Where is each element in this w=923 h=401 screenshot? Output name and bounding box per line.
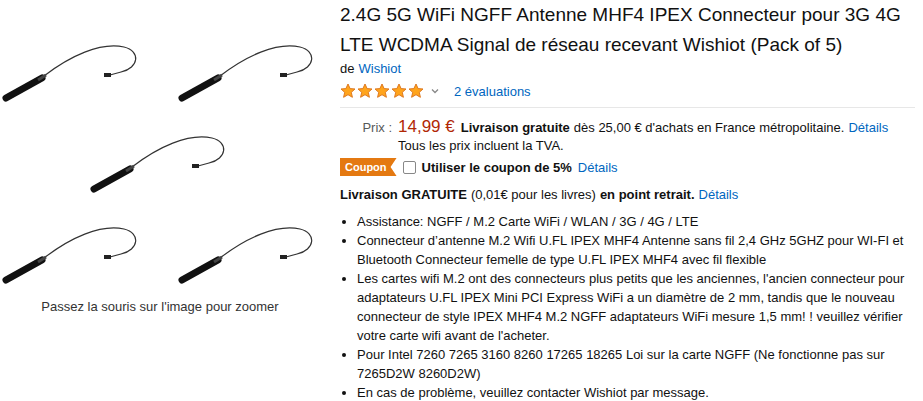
feature-item: Les cartes wifi M.2 ont des connecteurs … bbox=[357, 269, 915, 345]
product-details: 2.4G 5G WiFi NGFF Antenne MHF4 IPEX Conn… bbox=[340, 0, 915, 401]
pickup-bold: Livraison GRATUITE bbox=[340, 186, 467, 204]
vat-note: Tous les prix incluent la TVA. bbox=[398, 137, 915, 155]
feature-item: En cas de problème, veuillez contacter W… bbox=[357, 383, 915, 401]
pickup-delivery: Livraison GRATUITE(0,01€ pour les livres… bbox=[340, 186, 915, 204]
star-icon bbox=[408, 83, 424, 99]
pickup-details-link[interactable]: Détails bbox=[699, 186, 739, 204]
feature-item: Assistance: NGFF / M.2 Carte WiFi / WLAN… bbox=[357, 212, 915, 231]
price-block: Prix : 14,99 € Livraison gratuite dès 25,00… bbox=[340, 117, 915, 155]
coupon-badge: Coupon bbox=[340, 158, 397, 176]
antenna-image-icon[interactable] bbox=[0, 220, 140, 286]
gallery-row bbox=[0, 129, 316, 195]
antenna-image-icon[interactable] bbox=[176, 38, 316, 104]
gallery-row bbox=[0, 220, 316, 286]
star-icon bbox=[340, 83, 356, 99]
shipping-bold: Livraison gratuite bbox=[461, 120, 570, 135]
price-line: 14,99 € Livraison gratuite dès 25,00 € d'a… bbox=[398, 117, 915, 137]
coupon-label[interactable]: Utiliser le coupon de 5% bbox=[422, 160, 572, 175]
product-title: 2.4G 5G WiFi NGFF Antenne MHF4 IPEX Conn… bbox=[340, 0, 915, 60]
gallery-row bbox=[0, 38, 316, 104]
shipping-details-link[interactable]: Détails bbox=[848, 120, 888, 135]
brand-line: deWishiot bbox=[340, 60, 915, 77]
pickup-bold-2: en point retrait. bbox=[600, 186, 695, 204]
star-icon bbox=[357, 83, 373, 99]
feature-list: Assistance: NGFF / M.2 Carte WiFi / WLAN… bbox=[340, 212, 915, 401]
star-icon bbox=[391, 83, 407, 99]
price-label: Prix : bbox=[340, 120, 392, 135]
star-icon bbox=[374, 83, 390, 99]
price-amount: 14,99 € bbox=[398, 117, 455, 137]
image-gallery: Passez la souris sur l'image pour zoomer bbox=[0, 0, 320, 401]
coupon-checkbox[interactable] bbox=[403, 161, 416, 174]
feature-item: Pour Intel 7260 7265 3160 8260 17265 182… bbox=[357, 345, 915, 383]
brand-prefix: de bbox=[340, 60, 354, 77]
product-page: Passez la souris sur l'image pour zoomer… bbox=[0, 0, 923, 401]
coupon-row: Coupon Utiliser le coupon de 5% Détails bbox=[340, 157, 915, 177]
antenna-image-icon[interactable] bbox=[176, 220, 316, 286]
divider bbox=[340, 107, 915, 108]
zoom-caption: Passez la souris sur l'image pour zoomer bbox=[0, 299, 320, 314]
antenna-image-icon[interactable] bbox=[88, 129, 228, 195]
brand-link[interactable]: Wishiot bbox=[358, 60, 401, 77]
star-rating[interactable] bbox=[340, 83, 424, 99]
chevron-down-icon[interactable] bbox=[430, 86, 440, 96]
shipping-text: dès 25,00 € d'achats en France métropoli… bbox=[574, 120, 845, 135]
antenna-image-icon[interactable] bbox=[0, 38, 140, 104]
ratings-link[interactable]: 2 évaluations bbox=[454, 84, 531, 99]
rating-row: 2 évaluations bbox=[340, 81, 915, 101]
pickup-text: (0,01€ pour les livres) bbox=[471, 186, 596, 204]
feature-item: Connecteur d’antenne M.2 Wifi U.FL IPEX … bbox=[357, 231, 915, 269]
coupon-details-link[interactable]: Détails bbox=[578, 160, 618, 175]
